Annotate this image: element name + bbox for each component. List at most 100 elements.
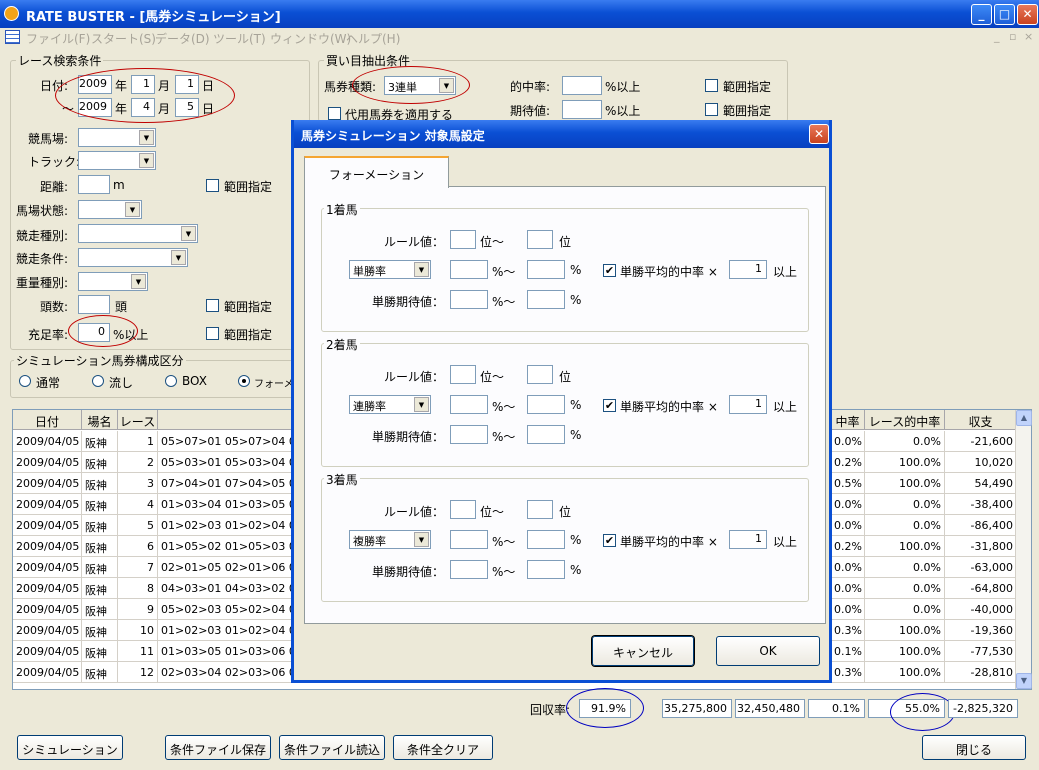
menu-window[interactable]: ウィンドウ(W) xyxy=(270,30,351,47)
track-combo[interactable]: ▼ xyxy=(78,151,156,170)
col-hit[interactable]: 中率 xyxy=(831,410,865,430)
venue-combo[interactable]: ▼ xyxy=(78,128,156,147)
col-venue[interactable]: 場名 xyxy=(82,410,118,430)
table-cell: 0.0% xyxy=(865,494,945,515)
section-title: 1着馬 xyxy=(324,201,360,218)
clear-conditions-button[interactable]: 条件全クリア xyxy=(393,735,493,760)
radio-normal[interactable] xyxy=(19,375,31,387)
rate-combo[interactable]: 連勝率 ▼ xyxy=(349,395,431,414)
rule-to-field[interactable] xyxy=(527,500,553,519)
dialog-title-bar[interactable]: 馬券シミュレーション 対象馬設定 xyxy=(294,120,829,148)
chevron-down-icon[interactable]: ▼ xyxy=(125,202,140,217)
race-type-combo[interactable]: ▼ xyxy=(78,224,198,243)
ev-from-field[interactable] xyxy=(450,290,488,309)
rule-from-field[interactable] xyxy=(450,365,476,384)
rule-to-field[interactable] xyxy=(527,230,553,249)
mdi-restore-icon[interactable]: ▫ xyxy=(1009,30,1016,43)
chevron-down-icon[interactable]: ▼ xyxy=(131,274,146,289)
chevron-down-icon[interactable]: ▼ xyxy=(414,532,429,547)
tab-formation[interactable]: フォーメーション xyxy=(304,156,449,188)
main-close-button[interactable]: 閉じる xyxy=(922,735,1026,760)
ev-field[interactable] xyxy=(562,100,602,119)
weight-combo[interactable]: ▼ xyxy=(78,272,148,291)
col-date[interactable]: 日付 xyxy=(13,410,82,430)
simulate-button[interactable]: シミュレーション xyxy=(17,735,123,760)
table-cell: 0.5% xyxy=(831,473,865,494)
ok-button[interactable]: OK xyxy=(716,636,820,666)
avg-hit-field[interactable]: 1 xyxy=(729,260,767,279)
avg-hit-field[interactable]: 1 xyxy=(729,395,767,414)
rate-from-field[interactable] xyxy=(450,260,488,279)
ev-to-field[interactable] xyxy=(527,560,565,579)
save-conditions-button[interactable]: 条件ファイル保存 xyxy=(165,735,271,760)
ev-to-field[interactable] xyxy=(527,425,565,444)
rule-from-field[interactable] xyxy=(450,230,476,249)
substitute-checkbox[interactable] xyxy=(328,107,341,120)
race-cond-combo[interactable]: ▼ xyxy=(78,248,188,267)
radio-nagashi[interactable] xyxy=(92,375,104,387)
hit-range-checkbox[interactable] xyxy=(705,79,718,92)
scroll-up-icon[interactable]: ▲ xyxy=(1016,410,1032,426)
mdi-close-icon[interactable]: × xyxy=(1024,30,1033,43)
mdi-minimize-icon[interactable]: _ xyxy=(994,30,1000,43)
table-cell: 6 xyxy=(118,536,158,557)
table-cell: 2009/04/05 xyxy=(13,452,82,473)
menu-tools[interactable]: ツール(T) xyxy=(213,30,266,47)
load-conditions-button[interactable]: 条件ファイル読込 xyxy=(279,735,385,760)
ev-pct-to-label: % xyxy=(570,563,582,577)
rule-to-field[interactable] xyxy=(527,365,553,384)
menu-file[interactable]: ファイル(F) xyxy=(26,30,90,47)
cancel-button[interactable]: キャンセル xyxy=(592,636,694,666)
fill-range-checkbox[interactable] xyxy=(206,327,219,340)
rate-combo[interactable]: 単勝率 ▼ xyxy=(349,260,431,279)
rule-from-field[interactable] xyxy=(450,500,476,519)
rate-to-field[interactable] xyxy=(527,530,565,549)
avg-hit-checkbox[interactable]: ✔ xyxy=(603,534,616,547)
chevron-down-icon[interactable]: ▼ xyxy=(139,130,154,145)
chevron-down-icon[interactable]: ▼ xyxy=(181,226,196,241)
rate-combo[interactable]: 複勝率 ▼ xyxy=(349,530,431,549)
avg-hit-field[interactable]: 1 xyxy=(729,530,767,549)
menu-help[interactable]: ヘルプ(H) xyxy=(346,30,400,47)
minimize-button[interactable]: _ xyxy=(971,4,992,25)
ev-from-field[interactable] xyxy=(450,560,488,579)
menu-start[interactable]: スタート(S) xyxy=(91,30,156,47)
distance-range-checkbox[interactable] xyxy=(206,179,219,192)
rate-from-field[interactable] xyxy=(450,395,488,414)
scroll-down-icon[interactable]: ▼ xyxy=(1016,673,1032,689)
chevron-down-icon[interactable]: ▼ xyxy=(414,397,429,412)
col-race-hit[interactable]: レース的中率 xyxy=(865,410,945,430)
avg-hit-checkbox[interactable]: ✔ xyxy=(603,399,616,412)
menu-data[interactable]: データ(D) xyxy=(155,30,210,47)
col-race[interactable]: レース xyxy=(118,410,158,430)
hit-rate-field[interactable] xyxy=(562,76,602,95)
heads-field[interactable] xyxy=(78,295,110,314)
radio-box[interactable] xyxy=(165,375,177,387)
radio-formation[interactable] xyxy=(238,375,250,387)
col-balance[interactable]: 収支 xyxy=(945,410,1017,430)
chevron-down-icon[interactable]: ▼ xyxy=(414,262,429,277)
avg-hit-checkbox[interactable]: ✔ xyxy=(603,264,616,277)
table-icon[interactable] xyxy=(5,30,20,44)
ev-range-checkbox[interactable] xyxy=(705,103,718,116)
dialog-close-icon[interactable]: ✕ xyxy=(809,124,829,144)
chevron-down-icon[interactable]: ▼ xyxy=(139,153,154,168)
condition-combo[interactable]: ▼ xyxy=(78,200,142,219)
rate-from-field[interactable] xyxy=(450,530,488,549)
range-label: 範囲指定 xyxy=(723,104,772,118)
col-bets[interactable] xyxy=(158,410,293,430)
maximize-button[interactable]: □ xyxy=(994,4,1015,25)
chevron-down-icon[interactable]: ▼ xyxy=(171,250,186,265)
heads-range-checkbox[interactable] xyxy=(206,299,219,312)
close-button[interactable]: ✕ xyxy=(1017,4,1038,25)
table-cell: 2009/04/05 xyxy=(13,536,82,557)
ev-to-field[interactable] xyxy=(527,290,565,309)
rate-to-field[interactable] xyxy=(527,395,565,414)
rule-label: ルール値： xyxy=(384,505,445,519)
distance-field[interactable] xyxy=(78,175,110,194)
table-scrollbar[interactable]: ▲ ▼ xyxy=(1015,410,1032,689)
rate-to-field[interactable] xyxy=(527,260,565,279)
table-cell: 02>03>04 02>03>06 02>03 xyxy=(158,662,298,683)
window-title-bar[interactable]: RATE BUSTER - [馬券シミュレーション] xyxy=(0,0,1039,28)
ev-from-field[interactable] xyxy=(450,425,488,444)
